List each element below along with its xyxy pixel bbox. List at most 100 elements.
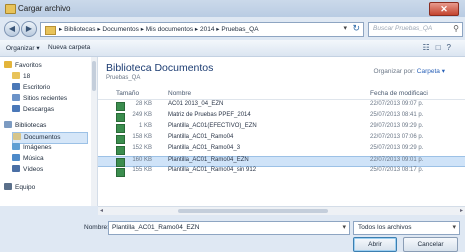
file-name: Plantilla_AC01_Ramo04_EZN <box>168 157 249 163</box>
scroll-left-arrow-icon[interactable]: ◂ <box>100 207 103 214</box>
folder-app-icon <box>5 4 16 14</box>
breadcrumb-item[interactable]: Bibliotecas <box>64 26 95 33</box>
spreadsheet-file-icon <box>116 135 125 144</box>
column-header-size[interactable]: Tamaño <box>116 90 139 97</box>
column-header-date[interactable]: Fecha de modificaci <box>370 90 428 97</box>
file-name: Plantilla_AC01_Ramo04 <box>168 134 234 140</box>
nav-item-18[interactable]: 18 <box>12 72 30 82</box>
nav-item-musica[interactable]: Música <box>12 154 44 164</box>
file-row[interactable]: 152 KB Plantilla_AC01_Ramo04_3 25/07/2013 … <box>98 145 465 155</box>
open-button[interactable]: Abrir <box>353 237 397 252</box>
dialog-footer: Nombre: Plantilla_AC01_Ramo04_EZN ▾ Todo… <box>0 215 465 252</box>
file-row[interactable]: 28 KB AC01 2013_04_EZN 22/07/2013 09:07 p. <box>98 101 465 111</box>
filename-label: Nombre: <box>84 224 109 231</box>
file-type-select[interactable]: Todos los archivos ▾ <box>353 221 460 235</box>
back-arrow-icon[interactable]: ◀ <box>4 21 20 37</box>
address-bar[interactable]: ▸ Bibliotecas ▸ Documentos ▸ Mis documen… <box>40 22 364 37</box>
breadcrumb-item[interactable]: Pruebas_QA <box>221 26 258 33</box>
computer-icon <box>4 183 12 190</box>
nav-scrollbar-thumb[interactable] <box>92 61 96 91</box>
nav-item-descargas[interactable]: Descargas <box>12 105 54 115</box>
pictures-icon <box>12 143 20 150</box>
library-title: Biblioteca Documentos <box>106 62 214 74</box>
spreadsheet-file-icon <box>116 168 125 177</box>
folder-icon <box>45 26 56 35</box>
file-date: 22/07/2013 09:01 p. <box>370 157 424 163</box>
search-placeholder: Buscar Pruebas_QA <box>373 25 433 32</box>
star-icon <box>4 61 12 68</box>
view-menu-icon[interactable]: ☷ <box>423 43 436 52</box>
downloads-icon <box>12 105 20 112</box>
window-title: Cargar archivo <box>18 4 71 13</box>
file-row[interactable]: 1 KB Plantilla_AC01(EFECTIVO)_EZN 29/07/20… <box>98 123 465 133</box>
music-icon <box>12 154 20 161</box>
nav-item-bibliotecas[interactable]: Bibliotecas <box>4 121 46 131</box>
forward-arrow-icon[interactable]: ▶ <box>21 21 37 37</box>
refresh-icon[interactable]: ↻ <box>352 23 360 34</box>
file-type-value: Todos los archivos <box>358 224 412 231</box>
spreadsheet-file-icon <box>116 113 125 122</box>
breadcrumb-item[interactable]: Documentos <box>102 26 139 33</box>
desktop-icon <box>12 83 20 90</box>
horizontal-scrollbar[interactable]: ◂ ▸ <box>98 206 465 215</box>
arrange-by: Organizar por: Carpeta ▾ <box>373 67 445 75</box>
file-size: 28 KB <box>135 101 152 107</box>
filename-field[interactable]: Plantilla_AC01_Ramo04_EZN ▾ <box>108 221 350 235</box>
nav-item-favoritos[interactable]: Favoritos <box>4 61 42 71</box>
file-name: Matriz de Pruebas PPEF_2014 <box>168 112 251 118</box>
horizontal-scrollbar-thumb[interactable] <box>178 209 328 213</box>
filename-value: Plantilla_AC01_Ramo04_EZN <box>112 224 200 231</box>
address-row: ◀ ▶ ▸ Bibliotecas ▸ Documentos ▸ Mis doc… <box>0 18 465 40</box>
breadcrumb-item[interactable]: Mis documentos <box>146 26 193 33</box>
nav-item-escritorio[interactable]: Escritorio <box>12 83 50 93</box>
view-options: ☷□? <box>423 43 457 52</box>
new-folder-button[interactable]: Nueva carpeta <box>48 44 90 51</box>
nav-item-imagenes[interactable]: Imágenes <box>12 143 52 153</box>
libraries-icon <box>4 121 12 128</box>
preview-pane-icon[interactable]: □ <box>436 43 447 52</box>
arrange-by-dropdown[interactable]: Carpeta ▾ <box>417 68 445 75</box>
file-list-pane: Biblioteca Documentos Pruebas_QA Organiz… <box>98 57 465 206</box>
command-bar: Organizar ▾ Nueva carpeta ☷□? <box>0 40 465 57</box>
file-date: 29/07/2013 09:29 p. <box>370 123 424 129</box>
arrange-by-label: Organizar por: <box>373 68 415 75</box>
close-button[interactable]: ✕ <box>429 2 459 16</box>
breadcrumb: ▸ Bibliotecas ▸ Documentos ▸ Mis documen… <box>59 26 259 33</box>
file-name: AC01 2013_04_EZN <box>168 101 224 107</box>
chevron-down-icon[interactable]: ▾ <box>342 223 346 231</box>
breadcrumb-item[interactable]: 2014 <box>200 26 214 33</box>
file-row[interactable]: 158 KB Plantilla_AC01_Ramo04 22/07/2013 07… <box>98 134 465 144</box>
file-row[interactable]: 155 KB Plantilla_AC01_Ramo04_sin 912 25/07… <box>98 167 465 177</box>
nav-item-sitios-recientes[interactable]: Sitios recientes <box>12 94 67 104</box>
column-header-name[interactable]: Nombre <box>168 90 191 97</box>
open-file-dialog: Cargar archivo ✕ ◀ ▶ ▸ Bibliotecas ▸ Doc… <box>0 0 465 252</box>
recent-places-icon <box>12 94 20 101</box>
nav-item-equipo[interactable]: Equipo <box>4 183 35 193</box>
file-date: 25/07/2013 08:41 p. <box>370 112 424 118</box>
file-size: 152 KB <box>132 145 152 151</box>
search-icon[interactable]: ⚲ <box>453 24 459 33</box>
help-icon[interactable]: ? <box>447 43 457 52</box>
nav-scrollbar[interactable] <box>91 57 97 206</box>
file-date: 25/07/2013 08:17 p. <box>370 167 424 173</box>
file-size: 158 KB <box>132 134 152 140</box>
organize-button[interactable]: Organizar ▾ <box>6 44 40 52</box>
file-size: 1 KB <box>138 123 152 129</box>
search-input[interactable]: Buscar Pruebas_QA ⚲ <box>368 22 463 37</box>
title-bar: Cargar archivo ✕ <box>0 0 465 17</box>
file-name: Plantilla_AC01_Ramo04_sin 912 <box>168 167 257 173</box>
file-row[interactable]: 160 KB Plantilla_AC01_Ramo04_EZN 22/07/201… <box>98 156 465 167</box>
file-date: 22/07/2013 09:07 p. <box>370 101 424 107</box>
navigation-pane: Favoritos 18 Escritorio Sitios recientes… <box>0 57 98 206</box>
chevron-down-icon[interactable]: ▾ <box>343 24 347 32</box>
chevron-down-icon[interactable]: ▾ <box>452 223 456 231</box>
file-size: 249 KB <box>132 112 152 118</box>
file-row[interactable]: 249 KB Matriz de Pruebas PPEF_2014 25/07/2… <box>98 112 465 122</box>
nav-item-videos[interactable]: Vídeos <box>12 165 43 175</box>
spreadsheet-file-icon <box>116 158 125 167</box>
file-size: 155 KB <box>132 167 152 173</box>
file-date: 22/07/2013 07:06 p. <box>370 134 424 140</box>
cancel-button[interactable]: Cancelar <box>403 237 458 252</box>
file-name: Plantilla_AC01(EFECTIVO)_EZN <box>168 123 257 129</box>
scroll-right-arrow-icon[interactable]: ▸ <box>460 207 463 214</box>
